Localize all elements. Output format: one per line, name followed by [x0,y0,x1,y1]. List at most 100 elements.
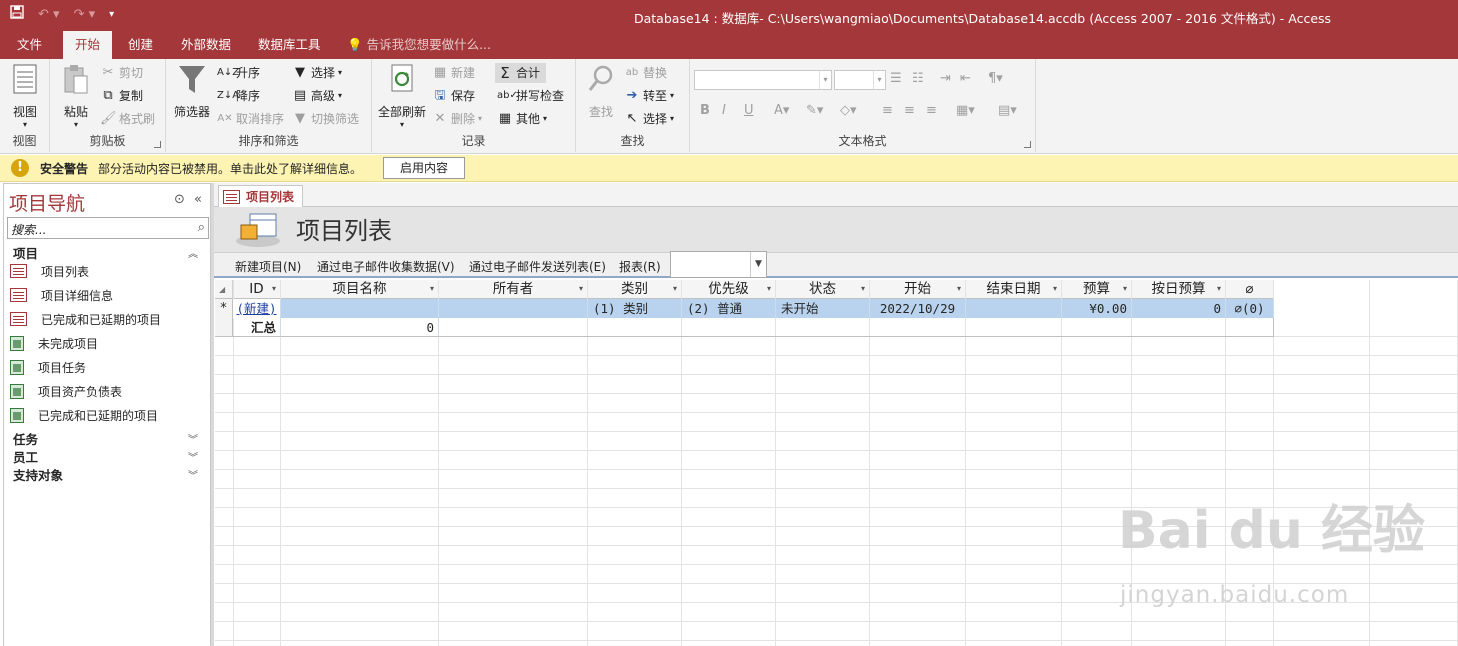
tab-home[interactable]: 开始 [63,31,113,59]
tab-external-data[interactable]: 外部数据 [169,31,243,59]
column-filter-icon[interactable]: ▾ [861,280,865,298]
nav-menu-icon[interactable]: ⊙ [174,192,185,207]
nav-section-tasks[interactable]: 任务 [13,429,38,448]
cell-project-name[interactable] [281,299,439,318]
tab-file[interactable]: 文件 [5,31,54,59]
column-header-status[interactable]: 状态 ▾ [776,280,870,299]
security-warning-bar[interactable]: ! 安全警告 部分活动内容已被禁用。单击此处了解详细信息。 启用内容 [0,155,1458,182]
advanced-filter-button[interactable]: ▤ 高级 ▾ [292,86,342,106]
column-filter-icon[interactable]: ▾ [579,280,583,298]
totals-project-name-count[interactable]: 0 [281,318,439,337]
nav-item-completed-form[interactable]: 已完成和已延期的项目 [10,309,161,329]
cell-budget[interactable]: ¥0.00 [1062,299,1132,318]
save-icon[interactable] [10,5,24,23]
totals-row-rest[interactable] [439,318,1274,337]
alternate-row-color-icon[interactable]: ▤▾ [998,103,1017,118]
fill-color-icon[interactable]: ◇▾ [840,103,857,118]
collapse-pane-icon[interactable]: « [194,192,202,207]
search-icon[interactable]: ⌕ [198,220,205,235]
nav-item-project-tasks[interactable]: 项目任务 [10,357,86,377]
cell-status[interactable]: 未开始 [776,299,870,318]
sort-descending-button[interactable]: Z↓A 降序 [217,86,260,106]
spelling-button[interactable]: ab✓ 拼写检查 [497,86,564,106]
select-all-corner[interactable]: ◢ [215,280,233,299]
bold-icon[interactable]: B [700,103,710,118]
format-painter-button[interactable]: 🖌 格式刷 [100,109,155,129]
column-filter-icon[interactable]: ▾ [1217,280,1221,298]
goto-button[interactable]: ➔ 转至 ▾ [624,86,674,106]
column-header-owner[interactable]: 所有者 ▾ [439,280,588,299]
delete-record-button[interactable]: ✕ 删除 ▾ [432,109,482,129]
toggle-filter-button[interactable]: ▼ 切换筛选 [292,109,359,129]
font-color-icon[interactable]: A▾ [774,103,789,118]
tab-database-tools[interactable]: 数据库工具 [246,31,333,59]
refresh-all-button[interactable]: 全部刷新 ▾ [376,63,428,129]
align-left-icon[interactable]: ≡ [882,103,893,118]
cell-start-date[interactable]: 2022/10/29 [870,299,966,318]
gridlines-icon[interactable]: ▦▾ [956,103,975,118]
selection-filter-button[interactable]: ▼ 选择 ▾ [292,63,342,83]
font-size-select[interactable]: ▾ [834,70,886,90]
column-filter-icon[interactable]: ▾ [957,280,961,298]
column-header-daily-budget[interactable]: 按日预算 ▾ [1132,280,1226,299]
column-filter-icon[interactable]: ▾ [272,280,276,298]
cell-category[interactable]: (1) 类别 [588,299,682,318]
column-filter-icon[interactable]: ▾ [1053,280,1057,298]
nav-section-support[interactable]: 支持对象 [13,465,63,484]
sort-ascending-button[interactable]: A↓Z 升序 [217,63,260,83]
replace-button[interactable]: ab 替换 [624,63,667,83]
italic-icon[interactable]: I [722,103,726,118]
paragraph-direction-icon[interactable]: ¶▾ [988,71,1003,86]
cell-end-date[interactable] [966,299,1062,318]
chevron-down-icon[interactable]: ︾ [188,467,198,482]
cell-attachments[interactable]: ⌀(0) [1226,299,1274,318]
column-header-project-name[interactable]: 项目名称 ▾ [281,280,439,299]
highlight-icon[interactable]: ✎▾ [806,103,823,118]
cell-daily-budget[interactable]: 0 [1132,299,1226,318]
undo-icon[interactable]: ↶ ▾ [38,7,60,22]
column-filter-icon[interactable]: ▾ [673,280,677,298]
collect-email-link[interactable]: 通过电子邮件收集数据(V) [317,258,455,275]
copy-button[interactable]: ⧉ 复制 [100,86,143,106]
column-filter-icon[interactable]: ▾ [430,280,434,298]
new-record-selector[interactable]: * [215,299,233,318]
tell-me-search[interactable]: 💡 告诉我您想要做什么... [335,31,503,59]
align-right-icon[interactable]: ≡ [926,103,937,118]
nav-section-employees[interactable]: 员工 [13,447,38,466]
nav-title[interactable]: 项目导航 [9,189,85,216]
enable-content-button[interactable]: 启用内容 [383,157,465,179]
filter-button[interactable]: 筛选器 [172,63,212,120]
nav-item-project-details[interactable]: 项目详细信息 [10,285,113,305]
column-header-end-date[interactable]: 结束日期 ▾ [966,280,1062,299]
cell-id-new[interactable]: (新建) [233,299,281,318]
find-button[interactable]: 查找 [584,63,618,120]
new-project-link[interactable]: 新建项目(N) [235,258,301,275]
column-filter-icon[interactable]: ▾ [1123,280,1127,298]
new-record-button[interactable]: ▦ 新建 [432,63,475,83]
bullets-icon[interactable]: ☰ [890,71,902,86]
chevron-down-icon[interactable]: ︾ [188,449,198,464]
cell-priority[interactable]: (2) 普通 [682,299,776,318]
chevron-up-icon[interactable]: ︽ [188,245,198,260]
chevron-down-icon[interactable]: ︾ [188,431,198,446]
nav-search-input[interactable]: 搜索... ⌕ [7,217,209,239]
dialog-launcher-icon[interactable] [1024,141,1031,148]
numbering-icon[interactable]: ☷ [912,71,924,86]
view-button[interactable]: 视图 ▾ [8,63,42,129]
nav-item-project-list[interactable]: 项目列表 [10,261,89,281]
remove-sort-button[interactable]: A✕ 取消排序 [217,109,284,129]
cell-owner[interactable] [439,299,588,318]
nav-item-completed-report[interactable]: 已完成和已延期的项目 [10,405,158,425]
reports-select[interactable]: ▼ [670,251,767,278]
dialog-launcher-icon[interactable] [154,141,161,148]
column-header-category[interactable]: 类别 ▾ [588,280,682,299]
more-button[interactable]: ▦ 其他 ▾ [497,109,547,129]
nav-item-balance-sheet[interactable]: 项目资产负债表 [10,381,122,401]
nav-section-projects[interactable]: 项目 [13,243,38,262]
font-name-select[interactable]: ▾ [694,70,832,90]
indent-increase-icon[interactable]: ⇥ [940,71,951,86]
totals-button[interactable]: Σ 合计 [495,63,547,83]
column-header-budget[interactable]: 预算 ▾ [1062,280,1132,299]
column-filter-icon[interactable]: ▾ [767,280,771,298]
align-center-icon[interactable]: ≡ [904,103,915,118]
